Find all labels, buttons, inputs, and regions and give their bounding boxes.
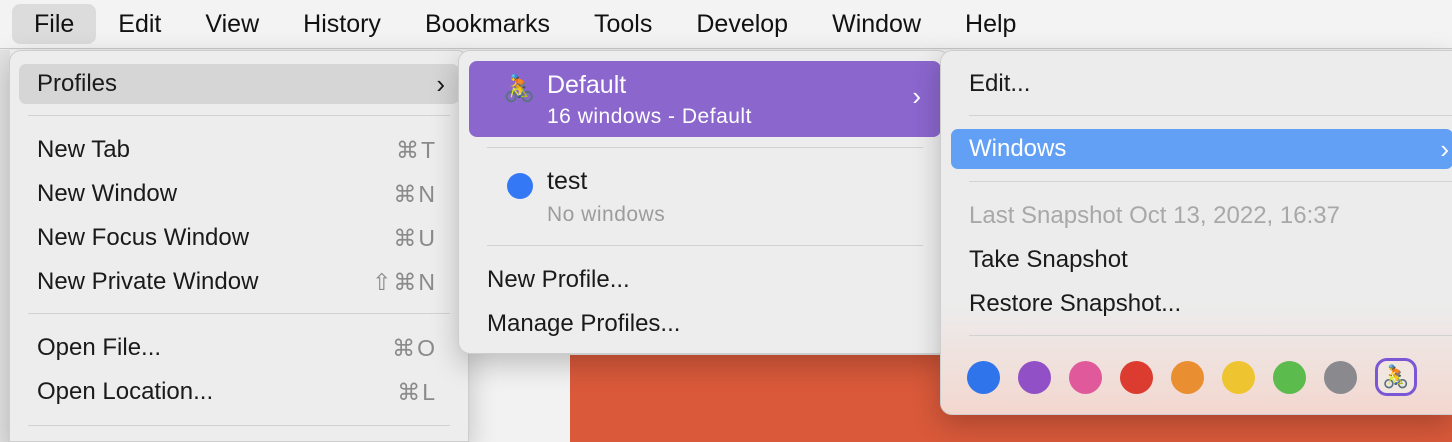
menu-item-profiles[interactable]: Profiles › <box>19 64 459 104</box>
menu-item-open-location[interactable]: Open Location... ⌘L <box>19 372 459 412</box>
menu-item-new-private-window[interactable]: New Private Window ⇧⌘N <box>19 262 459 302</box>
menu-item-last-snapshot: Last Snapshot Oct 13, 2022, 16:37 <box>951 196 1452 236</box>
menu-separator <box>28 425 450 426</box>
menu-item-label: New Profile... <box>487 266 630 293</box>
menubar-history[interactable]: History <box>281 4 403 44</box>
menu-item-label: Open File... <box>37 334 162 361</box>
menu-item-label: Manage Profiles... <box>487 310 681 337</box>
menu-item-open-file[interactable]: Open File... ⌘O <box>19 328 459 368</box>
menu-item-new-window[interactable]: New Window ⌘N <box>19 174 459 214</box>
menubar-bookmarks[interactable]: Bookmarks <box>403 4 572 44</box>
menu-separator <box>487 245 923 246</box>
shortcut-label: ⌘U <box>393 225 437 251</box>
menu-separator <box>487 147 923 148</box>
menu-separator <box>969 335 1452 336</box>
bicycle-icon[interactable]: 🚴 <box>1375 358 1417 396</box>
chevron-right-icon: › <box>436 69 445 99</box>
profile-subtitle: No windows <box>547 203 666 226</box>
menu-item-label: Edit... <box>969 70 1031 97</box>
menu-item-label: Restore Snapshot... <box>969 290 1182 317</box>
menubar-window[interactable]: Window <box>810 4 943 44</box>
color-swatch-pink[interactable] <box>1069 360 1102 394</box>
menu-separator <box>969 181 1452 182</box>
menubar-help[interactable]: Help <box>943 4 1038 44</box>
shortcut-label: ⌘O <box>392 335 437 361</box>
menu-item-windows[interactable]: Windows › <box>951 129 1452 169</box>
file-menu: Profiles › New Tab ⌘T New Window ⌘N New … <box>9 50 469 442</box>
profile-item-default[interactable]: 🚴 Default 16 windows - Default › <box>469 61 941 137</box>
profile-subtitle: 16 windows - Default <box>547 105 752 128</box>
chevron-right-icon: › <box>912 81 921 111</box>
shortcut-label: ⇧⌘N <box>372 269 437 295</box>
menu-item-label: New Window <box>37 180 178 207</box>
color-swatch-yellow[interactable] <box>1222 360 1255 394</box>
color-swatch-orange[interactable] <box>1171 360 1204 394</box>
menubar-view[interactable]: View <box>183 4 281 44</box>
menu-item-take-snapshot[interactable]: Take Snapshot <box>951 240 1452 280</box>
shortcut-label: ⌘L <box>397 379 437 405</box>
menu-item-label: New Focus Window <box>37 224 250 251</box>
profile-color-dot-icon <box>507 173 533 199</box>
menu-item-new-profile[interactable]: New Profile... <box>469 260 941 300</box>
menubar-file[interactable]: File <box>12 4 97 44</box>
menu-separator <box>28 115 450 116</box>
profile-name: Default <box>547 71 627 99</box>
color-swatch-red[interactable] <box>1120 360 1153 394</box>
menu-item-label: Take Snapshot <box>969 246 1128 273</box>
chevron-right-icon: › <box>1440 134 1449 164</box>
profile-submenu: Edit... Windows › Last Snapshot Oct 13, … <box>940 50 1452 415</box>
menu-separator <box>28 313 450 314</box>
menu-item-restore-snapshot[interactable]: Restore Snapshot... <box>951 284 1452 324</box>
menu-item-edit-profile[interactable]: Edit... <box>951 64 1452 104</box>
shortcut-label: ⌘T <box>395 137 437 163</box>
menu-item-manage-profiles[interactable]: Manage Profiles... <box>469 304 941 344</box>
profiles-menu: 🚴 Default 16 windows - Default › test No… <box>458 50 950 354</box>
profile-color-picker: 🚴 <box>967 358 1435 396</box>
shortcut-label: ⌘N <box>393 181 437 207</box>
color-swatch-blue[interactable] <box>967 360 1000 394</box>
menu-item-label: Open Location... <box>37 378 214 405</box>
profile-name: test <box>547 167 588 195</box>
menu-item-new-focus-window[interactable]: New Focus Window ⌘U <box>19 218 459 258</box>
menu-separator <box>969 115 1452 116</box>
menu-item-new-tab[interactable]: New Tab ⌘T <box>19 130 459 170</box>
menu-item-label: Windows <box>969 135 1067 162</box>
menu-bar: File Edit View History Bookmarks Tools D… <box>0 0 1452 49</box>
color-swatch-green[interactable] <box>1273 360 1306 394</box>
color-swatch-purple[interactable] <box>1018 360 1051 394</box>
menu-item-label: New Private Window <box>37 268 259 295</box>
profile-item-test[interactable]: test No windows <box>469 159 941 229</box>
menubar-edit[interactable]: Edit <box>96 4 183 44</box>
menu-item-label: New Tab <box>37 136 130 163</box>
menubar-develop[interactable]: Develop <box>674 4 810 44</box>
menu-item-label: Last Snapshot Oct 13, 2022, 16:37 <box>969 202 1340 229</box>
menu-item-label: Profiles <box>37 70 118 97</box>
color-swatch-gray[interactable] <box>1324 360 1357 394</box>
menubar-tools[interactable]: Tools <box>572 4 674 44</box>
bicycle-icon: 🚴 <box>503 73 536 103</box>
